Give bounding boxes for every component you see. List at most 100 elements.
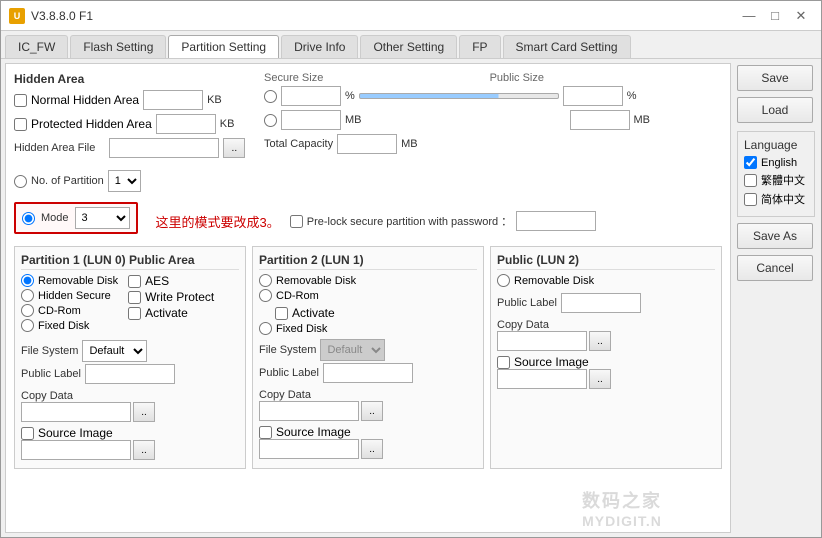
mode-radio[interactable] xyxy=(22,212,35,225)
p1-copy-data-input[interactable] xyxy=(21,402,131,422)
p1-aes-checkbox[interactable] xyxy=(128,275,141,288)
mode-select[interactable]: 1 2 3 xyxy=(75,207,130,229)
pub-source-image-label[interactable]: Source Image xyxy=(497,355,715,369)
no-of-partition-radio[interactable] xyxy=(14,175,27,188)
p2-copy-data-browse[interactable]: .. xyxy=(361,401,383,421)
normal-hidden-input[interactable] xyxy=(143,90,203,110)
p1-activate-checkbox[interactable] xyxy=(128,307,141,320)
p1-fixed-radio[interactable] xyxy=(21,319,34,332)
secure-percent-input[interactable] xyxy=(281,86,341,106)
tab-fp[interactable]: FP xyxy=(459,35,500,58)
protected-hidden-input[interactable] xyxy=(156,114,216,134)
total-capacity-input[interactable] xyxy=(337,134,397,154)
pub-source-image-input[interactable] xyxy=(497,369,587,389)
public-percent-input[interactable] xyxy=(563,86,623,106)
protected-hidden-checkbox[interactable] xyxy=(14,118,27,131)
protected-hidden-kb: KB xyxy=(220,118,235,130)
p2-fixed-radio[interactable] xyxy=(259,322,272,335)
percent-label: % xyxy=(345,90,355,102)
p2-copy-data-label: Copy Data xyxy=(259,389,311,401)
save-button[interactable]: Save xyxy=(737,65,813,91)
pub-public-label-input[interactable] xyxy=(561,293,641,313)
pub-copy-data-input[interactable] xyxy=(497,331,587,351)
normal-hidden-row: Normal Hidden Area KB xyxy=(14,90,254,110)
p2-cdrom-radio[interactable] xyxy=(259,289,272,302)
radio-percent[interactable] xyxy=(264,90,277,103)
hidden-area-file-input[interactable] xyxy=(109,138,219,158)
p2-removable-radio[interactable] xyxy=(259,274,272,287)
minimize-button[interactable]: — xyxy=(737,6,761,26)
p2-cdrom-label[interactable]: CD-Rom xyxy=(259,289,477,302)
pub-removable-radio[interactable] xyxy=(497,274,510,287)
prelock-input[interactable] xyxy=(516,211,596,231)
tab-bar: IC_FW Flash Setting Partition Setting Dr… xyxy=(1,31,821,59)
prelock-checkbox[interactable] xyxy=(290,215,303,228)
p1-hidden-radio[interactable] xyxy=(21,289,34,302)
tab-ic-fw[interactable]: IC_FW xyxy=(5,35,68,58)
p1-aes-label[interactable]: AES xyxy=(128,274,214,288)
pub-source-image-checkbox[interactable] xyxy=(497,356,510,369)
p1-write-protect-label[interactable]: Write Protect xyxy=(128,290,214,304)
partition2-title: Partition 2 (LUN 1) xyxy=(259,253,477,270)
slider-track[interactable] xyxy=(359,93,559,99)
p2-activate-label[interactable]: Activate xyxy=(275,306,335,320)
p2-fs-select[interactable]: Default xyxy=(320,339,385,361)
pub-removable-label[interactable]: Removable Disk xyxy=(497,274,715,287)
p1-hidden-label[interactable]: Hidden Secure xyxy=(21,289,118,302)
p2-source-image-label[interactable]: Source Image xyxy=(259,425,477,439)
save-as-button[interactable]: Save As xyxy=(737,223,813,249)
tab-drive-info[interactable]: Drive Info xyxy=(281,35,358,58)
secure-mb-input[interactable] xyxy=(281,110,341,130)
lang-english-checkbox[interactable] xyxy=(744,156,757,169)
radio-mb[interactable] xyxy=(264,114,277,127)
p1-activate-label[interactable]: Activate xyxy=(128,306,214,320)
p1-removable-label[interactable]: Removable Disk xyxy=(21,274,118,287)
p2-activate-checkbox[interactable] xyxy=(275,307,288,320)
hidden-area-file-browse[interactable]: .. xyxy=(223,138,245,158)
pub-copy-data-browse[interactable]: .. xyxy=(589,331,611,351)
lang-traditional-checkbox[interactable] xyxy=(744,174,757,187)
p1-removable-radio[interactable] xyxy=(21,274,34,287)
normal-hidden-checkbox[interactable] xyxy=(14,94,27,107)
p1-cdrom-radio[interactable] xyxy=(21,304,34,317)
tab-smart-card[interactable]: Smart Card Setting xyxy=(503,35,631,58)
p2-source-image-input[interactable] xyxy=(259,439,359,459)
p2-copy-data-input[interactable] xyxy=(259,401,359,421)
p1-fixed-label[interactable]: Fixed Disk xyxy=(21,319,118,332)
tab-flash-setting[interactable]: Flash Setting xyxy=(70,35,166,58)
maximize-button[interactable]: □ xyxy=(763,6,787,26)
p2-source-image-browse[interactable]: .. xyxy=(361,439,383,459)
p1-write-protect-checkbox[interactable] xyxy=(128,291,141,304)
normal-hidden-label[interactable]: Normal Hidden Area xyxy=(14,93,139,107)
mb-right-label: MB xyxy=(634,114,651,126)
p1-public-label-input[interactable]: USB DISK xyxy=(85,364,175,384)
p1-copy-data-browse[interactable]: .. xyxy=(133,402,155,422)
lang-simplified-option[interactable]: 简体中文 xyxy=(744,191,808,207)
slider-headers: Secure Size Public Size xyxy=(264,72,544,84)
protected-hidden-label[interactable]: Protected Hidden Area xyxy=(14,117,152,131)
p2-removable-label[interactable]: Removable Disk xyxy=(259,274,477,287)
lang-traditional-option[interactable]: 繁體中文 xyxy=(744,172,808,188)
pub-source-image-browse[interactable]: .. xyxy=(589,369,611,389)
lang-english-option[interactable]: English xyxy=(744,156,808,169)
right-panel: Save Load Language English 繁體中文 简体中文 Sav… xyxy=(731,59,821,537)
p1-fs-select[interactable]: Default FAT FAT32 xyxy=(82,340,147,362)
p2-fixed-label[interactable]: Fixed Disk xyxy=(259,322,477,335)
mb-left-label: MB xyxy=(345,114,362,126)
tab-other-setting[interactable]: Other Setting xyxy=(360,35,457,58)
tab-partition-setting[interactable]: Partition Setting xyxy=(168,35,279,58)
p2-source-image-checkbox[interactable] xyxy=(259,426,272,439)
cancel-button[interactable]: Cancel xyxy=(737,255,813,281)
load-button[interactable]: Load xyxy=(737,97,813,123)
lang-simplified-checkbox[interactable] xyxy=(744,193,757,206)
close-button[interactable]: ✕ xyxy=(789,6,813,26)
p2-public-label-input[interactable] xyxy=(323,363,413,383)
p1-source-image-label[interactable]: Source Image xyxy=(21,426,239,440)
p1-source-image-browse[interactable]: .. xyxy=(133,440,155,460)
p1-source-image-checkbox[interactable] xyxy=(21,427,34,440)
p1-source-image-input[interactable] xyxy=(21,440,131,460)
public-mb-input[interactable] xyxy=(570,110,630,130)
app-icon: U xyxy=(9,8,25,24)
p1-cdrom-label[interactable]: CD-Rom xyxy=(21,304,118,317)
no-of-partition-select[interactable]: 1 2 3 xyxy=(108,170,141,192)
